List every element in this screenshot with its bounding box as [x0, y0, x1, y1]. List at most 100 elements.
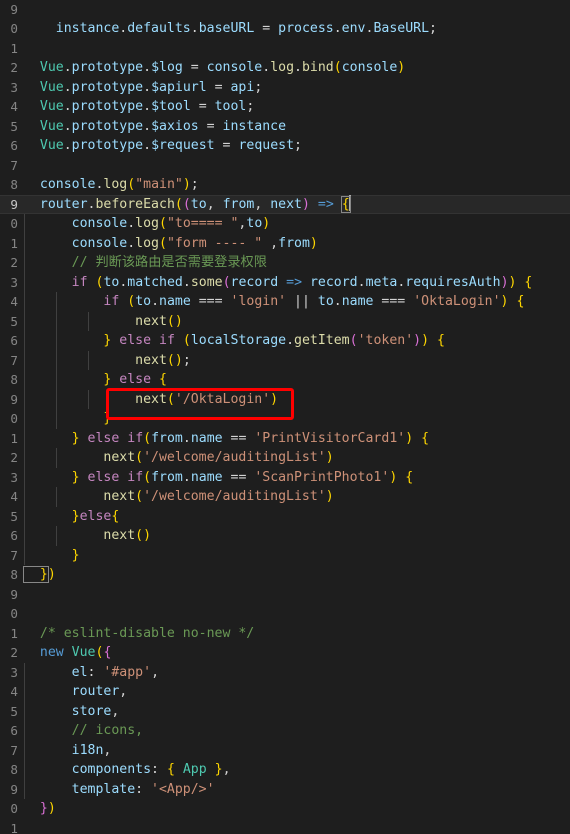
code-token: '/OktaLogin' — [174, 391, 271, 407]
code-line[interactable]: 8 components: { App }, — [0, 760, 570, 780]
code-token: $axios — [151, 118, 199, 134]
code-token: bind — [301, 60, 334, 75]
code-line[interactable]: 5 next() — [0, 311, 570, 331]
code-line[interactable]: 0 console.log("to==== ",to) — [0, 214, 570, 234]
code-line[interactable]: 2 // 判断该路由是否需要登录权限 — [0, 253, 570, 273]
matching-brace: } — [23, 566, 49, 583]
code-token: prototype — [71, 99, 144, 114]
code-line[interactable]: 8 }) — [0, 565, 570, 585]
code-token: components — [24, 762, 152, 777]
code-line[interactable]: 6 } else if (localStorage.getItem('token… — [0, 331, 570, 351]
code-token: ) — [302, 196, 310, 212]
code-token: next — [270, 196, 302, 212]
code-line[interactable]: 6 // icons, — [0, 721, 570, 741]
code-token: log — [135, 216, 159, 231]
code-token: ( — [127, 294, 136, 309]
code-line-content: console.log("main"); — [24, 175, 199, 195]
code-line[interactable]: 7 i18n, — [0, 740, 570, 760]
code-token: { — [516, 294, 525, 309]
code-lines-container[interactable]: 890 instance.defaults.baseURL = process.… — [0, 0, 570, 834]
code-line[interactable]: 3 } else if(from.name == 'ScanPrintPhoto… — [0, 467, 570, 488]
line-number: 3 — [10, 469, 18, 485]
code-line[interactable]: 9 next('/OktaLogin') — [0, 389, 570, 409]
line-number: 9 — [10, 1, 18, 17]
code-line[interactable]: 7 next(); — [0, 350, 570, 370]
code-line[interactable]: 1 console.log("form ---- " ,from) — [0, 233, 570, 253]
code-token: ) — [47, 567, 56, 582]
code-token: // 判断该路由是否需要登录权限 — [24, 255, 267, 270]
code-token: if — [24, 294, 120, 309]
code-line-content: el: '#app', — [24, 663, 159, 683]
code-line-content: } else { — [24, 370, 167, 390]
code-token: ) — [500, 274, 509, 290]
code-line-content: } else if(from.name == 'PrintVisitorCard… — [24, 429, 429, 449]
code-token: '#app' — [103, 664, 152, 680]
code-line[interactable]: 3 if (to.matched.some(record => record.m… — [0, 272, 570, 292]
code-line[interactable]: 1 — [0, 39, 570, 59]
code-line[interactable]: 7 — [0, 156, 570, 176]
code-line-content: // 判断该路由是否需要登录权限 — [24, 253, 267, 273]
code-token: to — [135, 294, 152, 309]
code-line[interactable]: 5 Vue.prototype.$axios = instance — [0, 117, 570, 137]
code-line[interactable]: 0 instance.defaults.baseURL = process.en… — [0, 19, 570, 39]
code-line[interactable]: 4 Vue.prototype.$tool = tool; — [0, 97, 570, 117]
code-line[interactable]: 1 } else if(from.name == 'PrintVisitorCa… — [0, 428, 570, 449]
code-token: { — [524, 274, 533, 290]
code-token: == — [222, 469, 255, 485]
line-number: 0 — [10, 801, 18, 816]
code-line[interactable]: 5 store, — [0, 701, 570, 721]
code-line[interactable]: 8 console.log("main"); — [0, 175, 570, 195]
code-line[interactable]: 9 — [0, 0, 570, 19]
code-line[interactable]: 2 new Vue({ — [0, 643, 570, 663]
code-line[interactable]: 0 }) — [0, 799, 570, 819]
code-line[interactable]: 6 Vue.prototype.$request = request; — [0, 136, 570, 156]
code-line[interactable]: 2 next('/welcome/auditingList') — [0, 448, 570, 468]
code-line[interactable]: 0 — [0, 604, 570, 624]
code-token: localStorage — [190, 333, 287, 348]
code-line[interactable]: 8 } else { — [0, 370, 570, 390]
code-line[interactable]: 3 el: '#app', — [0, 662, 570, 683]
code-line[interactable]: 7 } — [0, 545, 570, 565]
code-line[interactable]: 1 /* eslint-disable no-new */ — [0, 624, 570, 644]
code-token: $tool — [151, 99, 191, 114]
code-line[interactable]: 4 if (to.name === 'login' || to.name ===… — [0, 292, 570, 312]
code-line[interactable]: 1 — [0, 819, 570, 834]
code-token: . — [143, 79, 152, 95]
code-token: name — [159, 294, 191, 309]
code-token: i18n — [24, 742, 104, 758]
code-token: tool — [214, 99, 247, 114]
code-line-content: next() — [24, 526, 151, 546]
code-line[interactable]: 5 }else{ — [0, 506, 570, 526]
code-editor[interactable]: 890 instance.defaults.baseURL = process.… — [0, 0, 570, 834]
code-token: store — [24, 703, 112, 719]
code-token: , — [111, 703, 120, 719]
code-token: ( — [174, 196, 183, 212]
code-line[interactable]: 4 next('/welcome/auditingList') — [0, 487, 570, 507]
line-number: 7 — [10, 547, 18, 563]
code-token: . — [63, 138, 72, 153]
code-line[interactable]: 6 next() — [0, 526, 570, 546]
code-line[interactable]: 9 template: '<App/>' — [0, 779, 570, 799]
code-token: } — [24, 547, 80, 563]
code-token: console — [24, 177, 96, 192]
code-token: , — [206, 196, 223, 212]
code-line[interactable]: 4 router, — [0, 682, 570, 702]
code-line[interactable]: 2 Vue.prototype.$log = console.log.bind(… — [0, 58, 570, 78]
code-token: else — [87, 469, 120, 485]
code-token: next — [24, 450, 136, 465]
code-line[interactable]: 3 Vue.prototype.$apiurl = api; — [0, 78, 570, 98]
code-line[interactable]: 0 } — [0, 409, 570, 429]
line-number: 5 — [10, 118, 18, 134]
line-number: 6 — [10, 528, 18, 543]
code-token: requiresAuth — [405, 274, 501, 290]
code-token: . — [127, 235, 136, 251]
line-number: 9 — [10, 586, 18, 602]
code-line-content: } else if(from.name == 'ScanPrintPhoto1'… — [24, 468, 414, 488]
code-line[interactable]: 9 — [0, 585, 570, 605]
code-token: . — [143, 138, 152, 153]
code-line[interactable]: 9 router.beforeEach((to, from, next) => … — [0, 194, 570, 214]
code-token: defaults — [127, 21, 191, 36]
